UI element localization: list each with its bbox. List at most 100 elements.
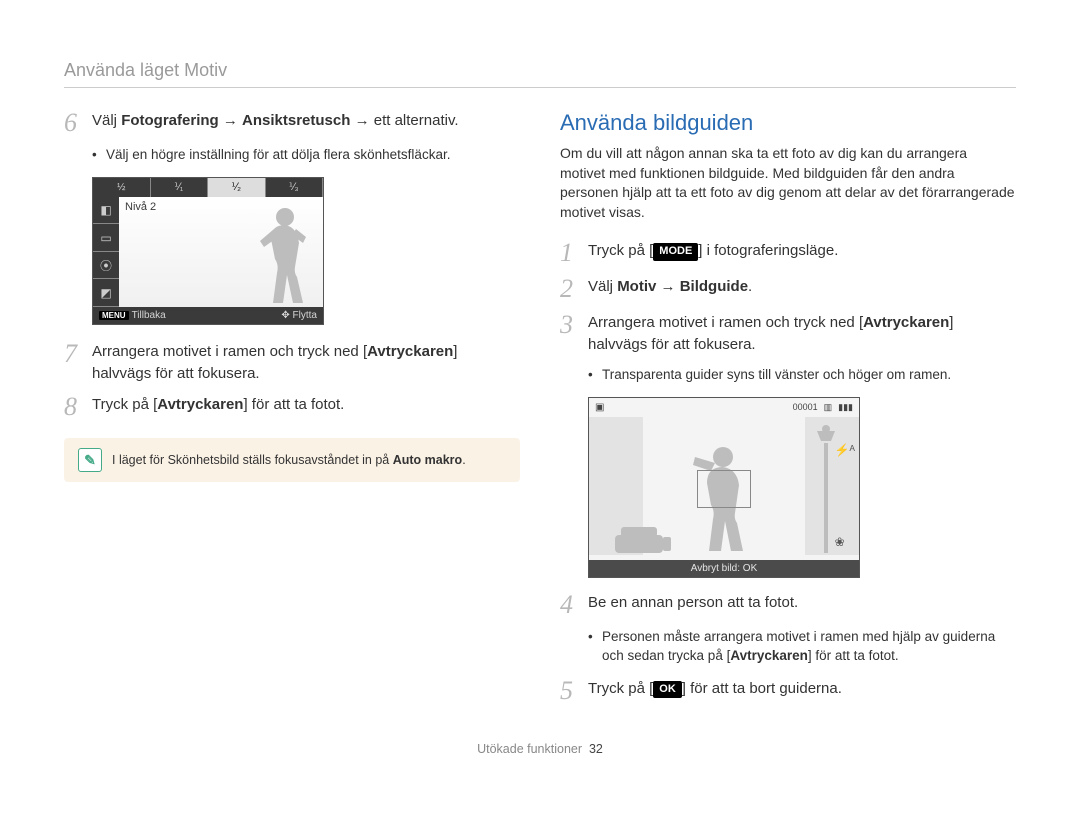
flower-icon: ❀: [835, 535, 855, 549]
left-column: 6 Välj Fotografering → Ansiktsretusch → …: [64, 110, 520, 714]
content-columns: 6 Välj Fotografering → Ansiktsretusch → …: [64, 110, 1016, 714]
ok-badge-icon: OK: [653, 681, 682, 699]
bag-icon: [615, 525, 673, 555]
text: Välj: [588, 278, 617, 295]
screen-content: Nivå 2: [119, 197, 323, 307]
screen-bottom-bar: MENUTillbaka ✥ Flytta: [93, 307, 323, 324]
step-number: 1: [560, 240, 588, 266]
step-number: 8: [64, 394, 92, 420]
section-heading: Använda bildguiden: [560, 110, 1016, 136]
note-box: ✎ I läget för Skönhetsbild ställs fokusa…: [64, 438, 520, 482]
screen-side-icons: ⚡ᴬ ❀: [835, 443, 855, 549]
bold-text: Avtryckaren: [863, 314, 949, 331]
screen-body: ◧ ▭ ⦿ ◩ Nivå 2: [93, 197, 323, 307]
counter: 00001: [793, 402, 818, 412]
page-footer: Utökade funktioner 32: [64, 742, 1016, 756]
step-number: 4: [560, 592, 588, 618]
bold-text: Auto makro: [393, 453, 462, 467]
step-body: Tryck på [Avtryckaren] för att ta fotot.: [92, 394, 520, 420]
bold-text: Fotografering: [121, 112, 219, 129]
step-1: 1 Tryck på [MODE] i fotograferingsläge.: [560, 240, 1016, 266]
text: →: [656, 278, 679, 295]
screen-top-icons: ▣ 00001 ▥ ▮▮▮: [589, 398, 859, 417]
footer-section: Utökade funktioner: [477, 742, 582, 756]
step-8: 8 Tryck på [Avtryckaren] för att ta foto…: [64, 394, 520, 420]
step-2: 2 Välj Motiv → Bildguide.: [560, 276, 1016, 302]
mode-badge-icon: MODE: [653, 243, 698, 261]
step-6-bullets: Välj en högre inställning för att dölja …: [92, 146, 520, 165]
fraction-cell-selected: ⅟₂: [208, 178, 266, 197]
fraction-cell: ⅟₃: [266, 178, 324, 197]
focus-square-icon: [697, 470, 751, 508]
menu-badge-icon: MENU: [99, 311, 129, 320]
page-number: 32: [589, 742, 603, 756]
step-number: 6: [64, 110, 92, 136]
note-icon: ✎: [78, 448, 102, 472]
bullet-item: Transparenta guider syns till vänster oc…: [588, 366, 1016, 385]
step-3: 3 Arrangera motivet i ramen och tryck ne…: [560, 312, 1016, 356]
step-5: 5 Tryck på [OK] för att ta bort guiderna…: [560, 678, 1016, 704]
top-right-info: 00001 ▥ ▮▮▮: [793, 402, 853, 413]
bold-text: Avtryckaren: [157, 396, 243, 413]
fraction-cell: ⅟₁: [151, 178, 209, 197]
step-number: 7: [64, 341, 92, 385]
screen-bottom-bar: Avbryt bild: OK: [589, 560, 859, 577]
text: Arrangera motivet i ramen och tryck ned …: [588, 314, 863, 331]
sd-icon: ▥: [824, 402, 833, 413]
screen-sidebar: ◧ ▭ ⦿ ◩: [93, 197, 119, 307]
step-body: Tryck på [OK] för att ta bort guiderna.: [588, 678, 1016, 704]
step-body: Välj Fotografering → Ansiktsretusch → et…: [92, 110, 520, 136]
bold-text: Avtryckaren: [730, 648, 808, 663]
step-number: 2: [560, 276, 588, 302]
step-4: 4 Be en annan person att ta fotot.: [560, 592, 1016, 618]
bold-text: Ansiktsretusch: [242, 112, 350, 129]
mode-icon: ▣: [595, 402, 604, 413]
person-silhouette-icon: [245, 203, 315, 307]
camera-screen-bildguide: ▣ 00001 ▥ ▮▮▮: [588, 397, 860, 578]
move-label: ✥ Flytta: [281, 310, 317, 321]
step-4-bullets: Personen måste arrangera motivet i ramen…: [588, 628, 1016, 666]
bold-text: Bildguide: [680, 278, 748, 295]
battery-icon: ▮▮▮: [838, 402, 853, 413]
step-7: 7 Arrangera motivet i ramen och tryck ne…: [64, 341, 520, 385]
flash-icon: ⚡ᴬ: [835, 443, 855, 457]
text: Välj: [92, 112, 121, 129]
back-label: MENUTillbaka: [99, 310, 166, 321]
step-body: Arrangera motivet i ramen och tryck ned …: [588, 312, 1016, 356]
step-body: Be en annan person att ta fotot.: [588, 592, 1016, 618]
bullet-item: Personen måste arrangera motivet i ramen…: [588, 628, 1016, 666]
text: ] för att ta fotot.: [243, 396, 344, 413]
text: ] för att ta bort guiderna.: [682, 680, 842, 697]
step-body: Välj Motiv → Bildguide.: [588, 276, 1016, 302]
step-6: 6 Välj Fotografering → Ansiktsretusch → …: [64, 110, 520, 136]
sidebar-icon: ◩: [93, 279, 119, 307]
text: Arrangera motivet i ramen och tryck ned …: [92, 343, 367, 360]
step-number: 3: [560, 312, 588, 356]
screen-scene: ⚡ᴬ ❀ Avbryt bild: OK: [589, 417, 859, 577]
step-body: Arrangera motivet i ramen och tryck ned …: [92, 341, 520, 385]
sidebar-icon: ◧: [93, 197, 119, 225]
text: → ett alternativ.: [350, 112, 458, 129]
screen-top-fractions: ½ ⅟₁ ⅟₂ ⅟₃: [93, 178, 323, 197]
sidebar-icon: ⦿: [93, 252, 119, 280]
step-3-bullets: Transparenta guider syns till vänster oc…: [588, 366, 1016, 385]
bullet-item: Välj en högre inställning för att dölja …: [92, 146, 520, 165]
step-body: Tryck på [MODE] i fotograferingsläge.: [588, 240, 1016, 266]
text: .: [748, 278, 752, 295]
step-number: 5: [560, 678, 588, 704]
text: Tryck på [: [588, 680, 653, 697]
page-header: Använda läget Motiv: [64, 60, 1016, 88]
note-text: I läget för Skönhetsbild ställs fokusavs…: [112, 453, 466, 467]
intro-paragraph: Om du vill att någon annan ska ta ett fo…: [560, 144, 1016, 222]
level-label: Nivå 2: [125, 201, 156, 213]
right-column: Använda bildguiden Om du vill att någon …: [560, 110, 1016, 714]
sidebar-icon: ▭: [93, 224, 119, 252]
fraction-cell: ½: [93, 178, 151, 197]
text: →: [219, 112, 242, 129]
bold-text: Motiv: [617, 278, 656, 295]
text: ] i fotograferingsläge.: [698, 242, 838, 259]
text: Tryck på [: [92, 396, 157, 413]
text: Tryck på [: [588, 242, 653, 259]
bold-text: Avtryckaren: [367, 343, 453, 360]
camera-screen-beauty: ½ ⅟₁ ⅟₂ ⅟₃ ◧ ▭ ⦿ ◩ Nivå 2: [92, 177, 324, 325]
